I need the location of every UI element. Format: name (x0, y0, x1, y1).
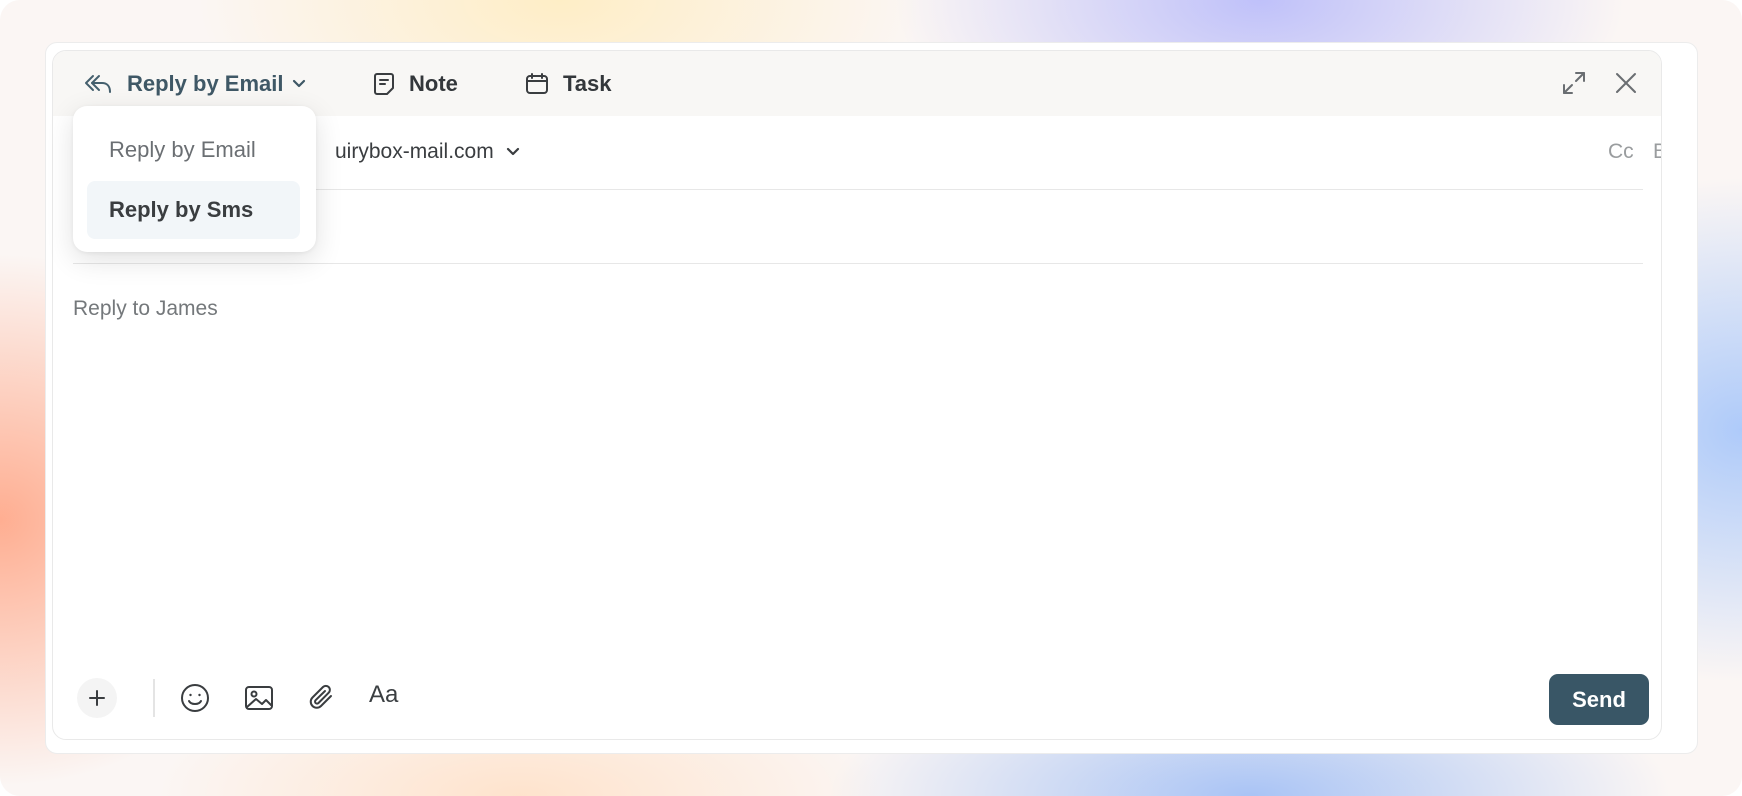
from-account-selector[interactable]: uirybox-mail.com (335, 140, 520, 164)
reply-mode-dropdown: Reply by Email Reply by Sms (73, 106, 316, 252)
note-icon (373, 72, 395, 96)
emoji-icon[interactable] (179, 682, 211, 714)
chevron-down-icon (292, 79, 306, 89)
send-button[interactable]: Send (1549, 674, 1649, 725)
dropdown-option-reply-by-email[interactable]: Reply by Email (87, 121, 300, 179)
chevron-down-icon (506, 147, 520, 157)
body-placeholder: Reply to James (73, 297, 218, 320)
tab-note[interactable]: Note (373, 51, 458, 116)
tab-task-label: Task (563, 70, 612, 96)
cc-button[interactable]: Cc (1608, 140, 1634, 164)
tab-note-label: Note (409, 70, 458, 96)
reply-arrow-icon (83, 72, 113, 96)
reply-mode-label: Reply by Email (127, 70, 284, 96)
from-account-value: uirybox-mail.com (335, 140, 494, 163)
calendar-icon (525, 72, 549, 96)
add-button[interactable] (77, 678, 117, 718)
tab-task[interactable]: Task (525, 51, 612, 116)
toolbar-divider (153, 679, 155, 717)
plus-icon (88, 689, 106, 707)
dropdown-option-reply-by-sms[interactable]: Reply by Sms (87, 181, 300, 239)
expand-icon[interactable] (1561, 70, 1587, 96)
bcc-button[interactable]: Bcc (1653, 140, 1661, 164)
paperclip-icon[interactable] (306, 682, 338, 714)
image-icon[interactable] (243, 682, 275, 714)
close-icon[interactable] (1613, 70, 1639, 96)
text-format-button[interactable]: Aa (369, 681, 398, 709)
composer-toolbar: Aa Send (53, 666, 1661, 739)
message-body-input[interactable]: Reply to James (73, 265, 1643, 665)
